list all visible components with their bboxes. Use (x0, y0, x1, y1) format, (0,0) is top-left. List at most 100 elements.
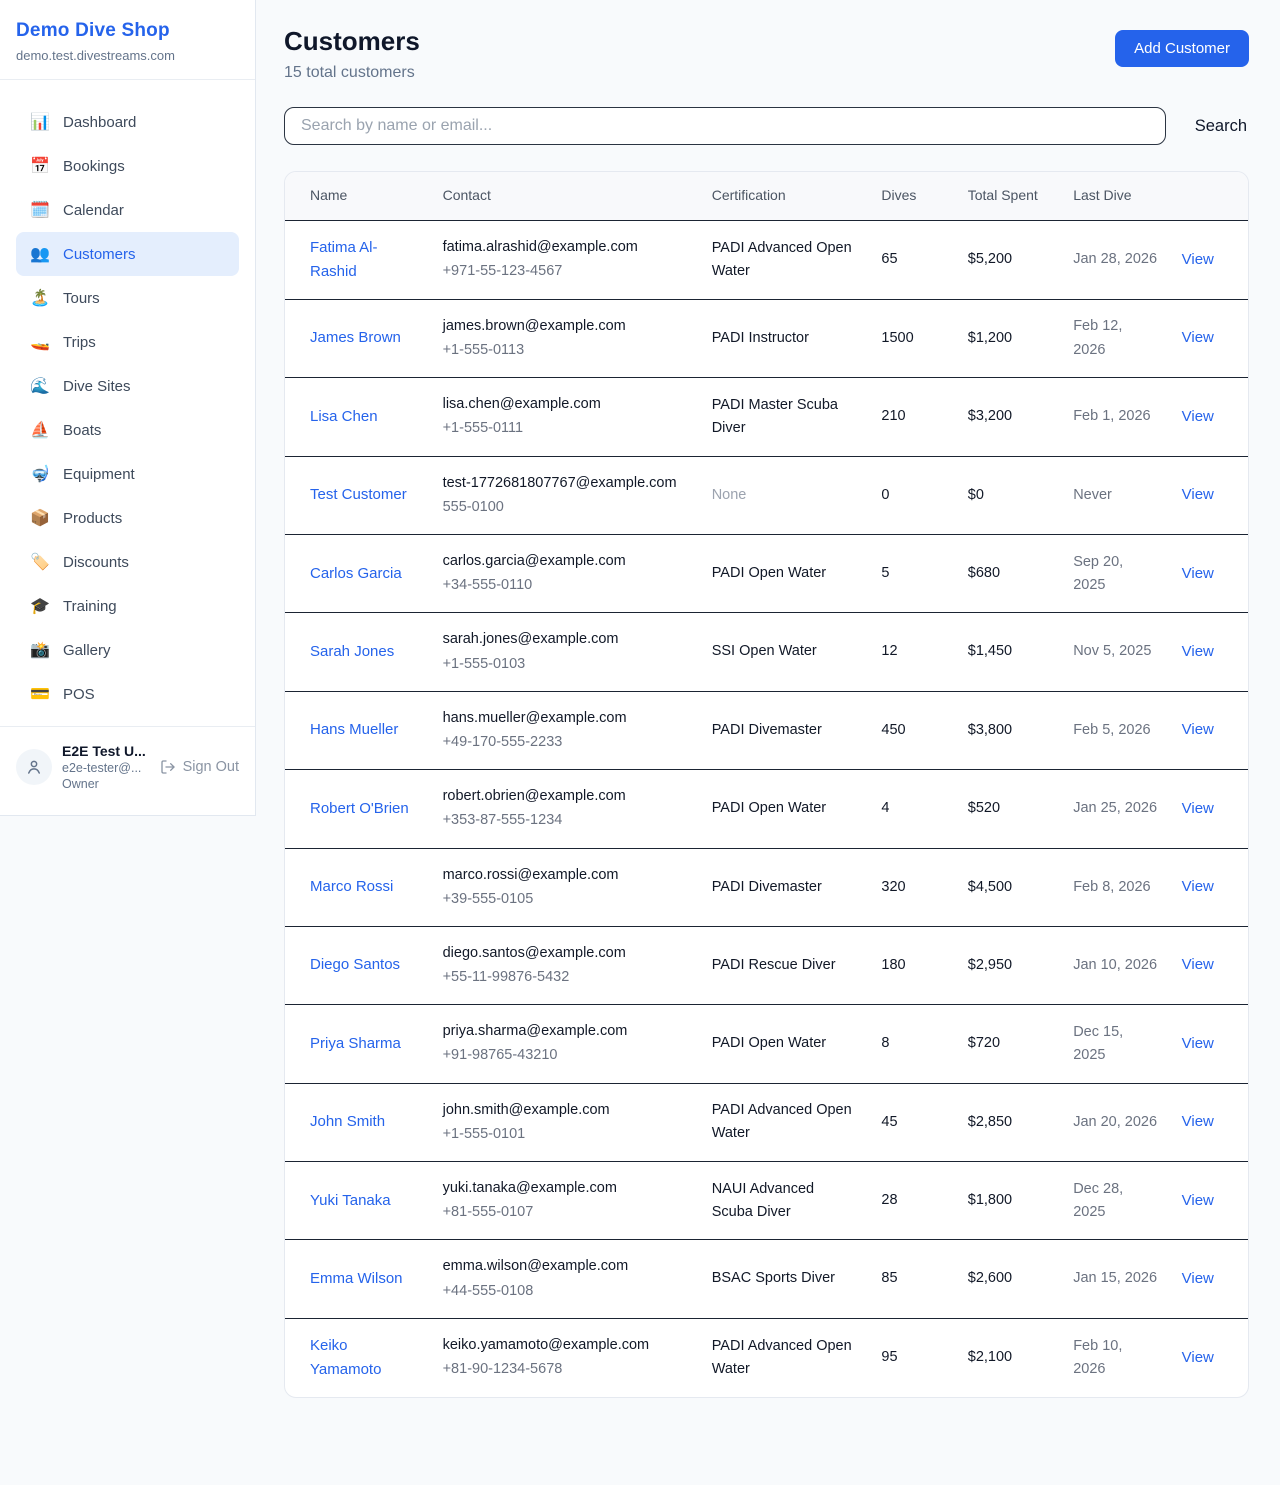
customer-total-spent: $520 (968, 800, 1000, 816)
customer-certification: None (712, 487, 747, 503)
column-header-last-dive: Last Dive (1061, 172, 1169, 220)
customer-dives: 180 (881, 957, 905, 973)
view-customer-link[interactable]: View (1182, 1035, 1214, 1052)
sidebar-item-calendar[interactable]: 🗓️ Calendar (16, 188, 239, 232)
customer-name-link[interactable]: Lisa Chen (310, 405, 378, 429)
sidebar-item-tours[interactable]: 🏝️ Tours (16, 276, 239, 320)
sign-out-button[interactable]: Sign Out (160, 759, 239, 775)
customer-email: yuki.tanaka@example.com (443, 1177, 688, 1200)
column-header-actions (1170, 172, 1248, 220)
sidebar-item-equipment[interactable]: 🤿 Equipment (16, 452, 239, 496)
customer-email: fatima.alrashid@example.com (443, 236, 688, 259)
view-customer-link[interactable]: View (1182, 251, 1214, 268)
customer-name-link[interactable]: Yuki Tanaka (310, 1189, 391, 1213)
view-customer-link[interactable]: View (1182, 1349, 1214, 1366)
sidebar-item-dashboard[interactable]: 📊 Dashboard (16, 100, 239, 144)
customer-certification: PADI Open Water (712, 800, 826, 816)
customer-dives: 95 (881, 1349, 897, 1365)
customers-table-card: Name Contact Certification Dives Total S… (284, 171, 1249, 1398)
view-customer-link[interactable]: View (1182, 956, 1214, 973)
customer-name-link[interactable]: Emma Wilson (310, 1267, 403, 1291)
customer-email: sarah.jones@example.com (443, 628, 688, 651)
speedboat-icon: 🚤 (30, 332, 50, 352)
view-customer-link[interactable]: View (1182, 878, 1214, 895)
view-customer-link[interactable]: View (1182, 1113, 1214, 1130)
customer-name-link[interactable]: Hans Mueller (310, 718, 398, 742)
sidebar-item-trips[interactable]: 🚤 Trips (16, 320, 239, 364)
customer-phone: +353-87-555-1234 (443, 809, 688, 832)
customer-phone: +49-170-555-2233 (443, 731, 688, 754)
customer-total-spent: $3,800 (968, 722, 1012, 738)
customer-name-link[interactable]: James Brown (310, 326, 401, 350)
customer-name-link[interactable]: Fatima Al-Rashid (310, 236, 419, 284)
customer-last-dive: Feb 12, 2026 (1073, 318, 1122, 357)
sidebar-item-discounts[interactable]: 🏷️ Discounts (16, 540, 239, 584)
page-title: Customers (284, 26, 420, 57)
sidebar-item-dive-sites[interactable]: 🌊 Dive Sites (16, 364, 239, 408)
view-customer-link[interactable]: View (1182, 643, 1214, 660)
sidebar-item-bookings[interactable]: 📅 Bookings (16, 144, 239, 188)
customer-email: hans.mueller@example.com (443, 707, 688, 730)
customer-dives: 45 (881, 1114, 897, 1130)
customer-phone: +39-555-0105 (443, 888, 688, 911)
sign-out-label: Sign Out (183, 759, 239, 775)
tag-icon: 🏷️ (30, 552, 50, 572)
table-row: Test Customer test-1772681807767@example… (285, 456, 1248, 534)
customer-certification: PADI Advanced Open Water (712, 1338, 852, 1377)
customer-certification: PADI Open Water (712, 1035, 826, 1051)
column-header-name: Name (285, 172, 431, 220)
sidebar-item-customers[interactable]: 👥 Customers (16, 232, 239, 276)
user-name: E2E Test U... (62, 743, 150, 759)
sidebar-item-boats[interactable]: ⛵ Boats (16, 408, 239, 452)
sidebar: Demo Dive Shop demo.test.divestreams.com… (0, 0, 256, 816)
view-customer-link[interactable]: View (1182, 329, 1214, 346)
view-customer-link[interactable]: View (1182, 1270, 1214, 1287)
customer-phone: +81-90-1234-5678 (443, 1358, 688, 1381)
column-header-total-spent: Total Spent (956, 172, 1061, 220)
customer-name-link[interactable]: Sarah Jones (310, 640, 394, 664)
customer-certification: PADI Divemaster (712, 722, 822, 738)
customer-certification: PADI Master Scuba Diver (712, 397, 838, 436)
customer-name-link[interactable]: Marco Rossi (310, 875, 393, 899)
user-section: E2E Test U... e2e-tester@... Owner Sign … (0, 726, 255, 815)
customer-total-spent: $1,450 (968, 643, 1012, 659)
customer-name-link[interactable]: Carlos Garcia (310, 562, 402, 586)
customer-name-link[interactable]: Robert O'Brien (310, 797, 409, 821)
table-row: Yuki Tanaka yuki.tanaka@example.com +81-… (285, 1162, 1248, 1240)
sidebar-item-products[interactable]: 📦 Products (16, 496, 239, 540)
view-customer-link[interactable]: View (1182, 565, 1214, 582)
graduation-cap-icon: 🎓 (30, 596, 50, 616)
customer-total-spent: $2,850 (968, 1114, 1012, 1130)
user-email: e2e-tester@... (62, 761, 150, 775)
sidebar-item-training[interactable]: 🎓 Training (16, 584, 239, 628)
search-button[interactable]: Search (1193, 111, 1249, 142)
customer-name-link[interactable]: John Smith (310, 1110, 385, 1134)
view-customer-link[interactable]: View (1182, 1192, 1214, 1209)
customer-last-dive: Sep 20, 2025 (1073, 554, 1123, 593)
customer-total-spent: $5,200 (968, 251, 1012, 267)
customer-name-link[interactable]: Test Customer (310, 483, 407, 507)
view-customer-link[interactable]: View (1182, 486, 1214, 503)
view-customer-link[interactable]: View (1182, 800, 1214, 817)
customer-dives: 12 (881, 643, 897, 659)
customer-email: diego.santos@example.com (443, 942, 688, 965)
customer-name-link[interactable]: Keiko Yamamoto (310, 1334, 419, 1382)
customer-last-dive: Dec 15, 2025 (1073, 1024, 1123, 1063)
view-customer-link[interactable]: View (1182, 721, 1214, 738)
customer-total-spent: $2,600 (968, 1270, 1012, 1286)
customer-total-spent: $3,200 (968, 408, 1012, 424)
sidebar-item-pos[interactable]: 💳 POS (16, 672, 239, 716)
page-header: Customers 15 total customers Add Custome… (284, 26, 1249, 82)
search-input[interactable] (284, 107, 1166, 145)
customer-dives: 4 (881, 800, 889, 816)
customer-name-link[interactable]: Diego Santos (310, 953, 400, 977)
view-customer-link[interactable]: View (1182, 408, 1214, 425)
customer-dives: 85 (881, 1270, 897, 1286)
diving-mask-icon: 🤿 (30, 464, 50, 484)
customer-phone: +91-98765-43210 (443, 1044, 688, 1067)
customer-dives: 65 (881, 251, 897, 267)
customer-name-link[interactable]: Priya Sharma (310, 1032, 401, 1056)
sidebar-item-gallery[interactable]: 📸 Gallery (16, 628, 239, 672)
search-row: Search (284, 107, 1249, 145)
add-customer-button[interactable]: Add Customer (1115, 30, 1249, 67)
